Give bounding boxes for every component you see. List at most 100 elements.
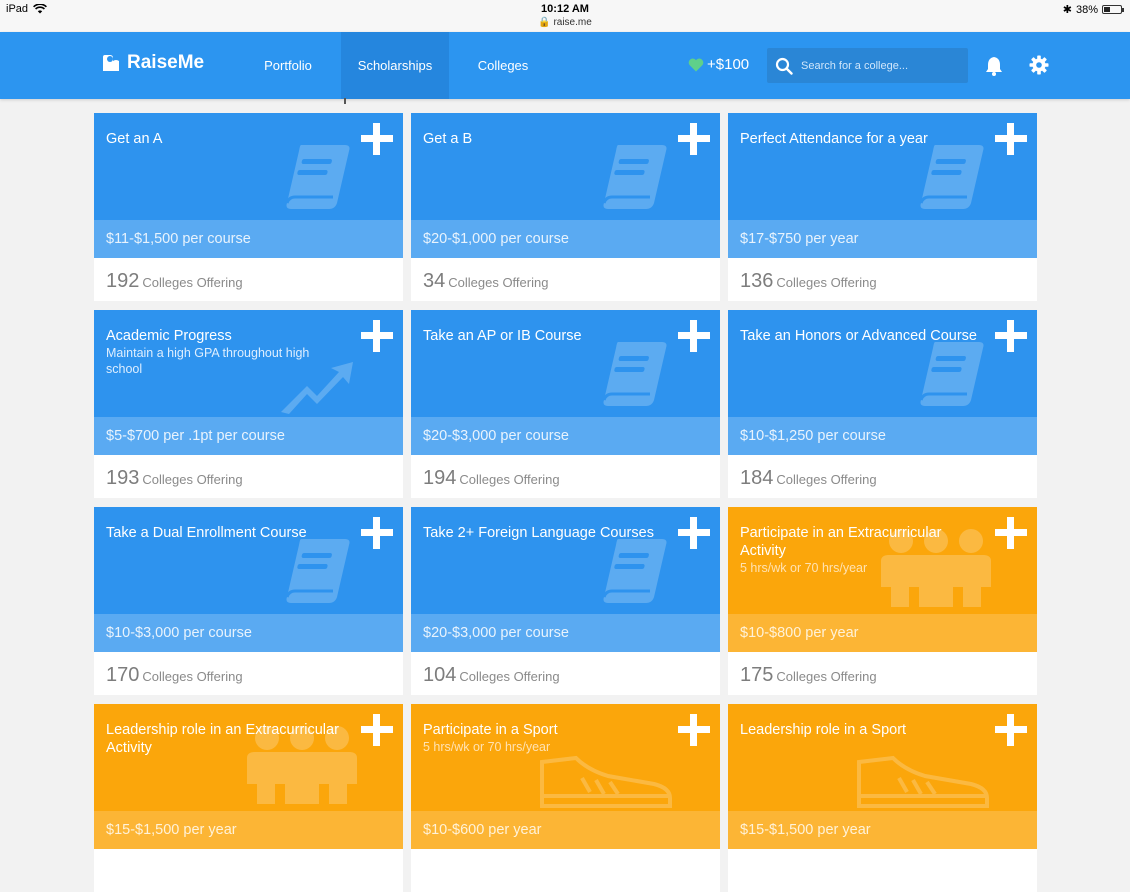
search-input[interactable] — [801, 59, 961, 72]
battery-icon — [1102, 5, 1124, 14]
raiseme-logo-icon — [103, 55, 119, 71]
add-icon[interactable] — [995, 320, 1027, 352]
sneaker-icon — [853, 752, 993, 817]
card-amount: $20-$3,000 per course — [411, 614, 720, 652]
card-header: Get a B $20-$1,000 per course — [411, 113, 720, 258]
sneaker-icon — [536, 752, 676, 817]
card-title: Academic Progress — [106, 328, 232, 344]
colleges-offering-count: 34 — [423, 270, 446, 292]
card-subtitle: 5 hrs/wk or 70 hrs/year — [740, 561, 868, 575]
colleges-offering: 194 Colleges Offering — [423, 467, 560, 490]
scholarship-card-10[interactable]: Leadership role in an Extracurricular Ac… — [94, 704, 403, 892]
battery-percent: 38% — [1075, 3, 1098, 16]
scholarship-card-2[interactable]: Get a B $20-$1,000 per course 34 College… — [411, 113, 720, 301]
colleges-offering: 34 Colleges Offering — [423, 270, 548, 293]
card-amount: $5-$700 per .1pt per course — [94, 417, 403, 455]
card-amount: $20-$3,000 per course — [411, 417, 720, 455]
card-amount: $10-$800 per year — [728, 614, 1037, 652]
add-icon[interactable] — [678, 714, 710, 746]
colleges-offering-label: Colleges Offering — [459, 669, 560, 684]
points-balance[interactable]: +$100 — [688, 56, 749, 73]
card-amount: $17-$750 per year — [728, 220, 1037, 258]
scholarship-card-12[interactable]: Leadership role in a Sport $15-$1,500 pe… — [728, 704, 1037, 892]
card-amount: $15-$1,500 per year — [94, 811, 403, 849]
card-title: Take an AP or IB Course — [423, 328, 582, 344]
address-bar-url[interactable]: 🔒 raise.me — [0, 17, 1130, 28]
card-title: Participate in a Sport — [423, 722, 558, 738]
card-header: Get an A $11-$1,500 per course — [94, 113, 403, 258]
status-right: ✱ 38% — [1062, 3, 1124, 16]
colleges-offering-count: 175 — [740, 664, 774, 686]
scholarship-card-9[interactable]: Participate in an Extracurricular Activi… — [728, 507, 1037, 695]
card-amount: $11-$1,500 per course — [94, 220, 403, 258]
book-icon — [596, 531, 676, 616]
colleges-offering-label: Colleges Offering — [142, 472, 243, 487]
card-header: Take an AP or IB Course $20-$3,000 per c… — [411, 310, 720, 455]
card-title: Leadership role in an Extracurricular Ac… — [106, 722, 339, 756]
card-title: Perfect Attendance for a year — [740, 131, 928, 147]
book-icon — [913, 334, 993, 419]
card-amount: $10-$600 per year — [411, 811, 720, 849]
card-header: Perfect Attendance for a year $17-$750 p… — [728, 113, 1037, 258]
add-icon[interactable] — [361, 320, 393, 352]
card-subtitle: Maintain a high GPA throughout high scho… — [106, 346, 310, 376]
scholarship-card-6[interactable]: Take an Honors or Advanced Course $10-$1… — [728, 310, 1037, 498]
add-icon[interactable] — [678, 320, 710, 352]
raiseme-logo[interactable]: RaiseMe — [101, 52, 204, 74]
card-header: Leadership role in a Sport $15-$1,500 pe… — [728, 704, 1037, 849]
card-amount: $20-$1,000 per course — [411, 220, 720, 258]
card-header: Take an Honors or Advanced Course $10-$1… — [728, 310, 1037, 455]
card-title: Get a B — [423, 131, 473, 147]
tab-portfolio[interactable]: Portfolio — [250, 32, 326, 99]
add-icon[interactable] — [995, 123, 1027, 155]
add-icon[interactable] — [995, 714, 1027, 746]
scholarship-card-8[interactable]: Take 2+ Foreign Language Courses $20-$3,… — [411, 507, 720, 695]
status-time: 10:12 AM — [541, 3, 589, 15]
bluetooth-icon: ✱ — [1062, 4, 1072, 16]
colleges-offering: 104 Colleges Offering — [423, 664, 560, 687]
card-title: Get an A — [106, 131, 163, 147]
add-icon[interactable] — [361, 123, 393, 155]
card-header: Take a Dual Enrollment Course $10-$3,000… — [94, 507, 403, 652]
colleges-offering: 175 Colleges Offering — [740, 664, 877, 687]
scholarship-card-1[interactable]: Get an A $11-$1,500 per course 192 Colle… — [94, 113, 403, 301]
card-header: Participate in an Extracurricular Activi… — [728, 507, 1037, 652]
book-icon — [596, 137, 676, 222]
add-icon[interactable] — [678, 517, 710, 549]
colleges-offering-label: Colleges Offering — [459, 472, 560, 487]
card-header: Participate in a Sport 5 hrs/wk or 70 hr… — [411, 704, 720, 849]
scholarship-card-4[interactable]: Academic Progress Maintain a high GPA th… — [94, 310, 403, 498]
card-header: Leadership role in an Extracurricular Ac… — [94, 704, 403, 849]
colleges-offering-label: Colleges Offering — [776, 669, 877, 684]
card-amount: $10-$3,000 per course — [94, 614, 403, 652]
add-icon[interactable] — [995, 517, 1027, 549]
add-icon[interactable] — [678, 123, 710, 155]
card-header: Academic Progress Maintain a high GPA th… — [94, 310, 403, 455]
search-icon — [775, 57, 793, 75]
colleges-offering-count: 170 — [106, 664, 140, 686]
add-icon[interactable] — [361, 517, 393, 549]
book-icon — [913, 137, 993, 222]
colleges-offering: 192 Colleges Offering — [106, 270, 243, 293]
bell-icon[interactable] — [985, 56, 1003, 76]
points-value: +$100 — [707, 56, 750, 73]
card-title: Take a Dual Enrollment Course — [106, 525, 307, 541]
colleges-offering-label: Colleges Offering — [142, 669, 243, 684]
tab-colleges[interactable]: Colleges — [465, 32, 541, 99]
add-icon[interactable] — [361, 714, 393, 746]
gear-icon[interactable] — [1029, 55, 1049, 75]
card-amount: $15-$1,500 per year — [728, 811, 1037, 849]
college-search[interactable] — [767, 48, 968, 83]
colleges-offering-label: Colleges Offering — [448, 275, 549, 290]
ios-status-bar: iPad 10:12 AM 🔒 raise.me ✱ 38% — [0, 0, 1130, 32]
card-title: Leadership role in a Sport — [740, 722, 907, 738]
colleges-offering: 184 Colleges Offering — [740, 467, 877, 490]
colleges-offering-label: Colleges Offering — [776, 472, 877, 487]
card-title: Take an Honors or Advanced Course — [740, 328, 977, 344]
scholarship-card-5[interactable]: Take an AP or IB Course $20-$3,000 per c… — [411, 310, 720, 498]
tab-scholarships[interactable]: Scholarships — [341, 32, 449, 99]
scholarship-card-3[interactable]: Perfect Attendance for a year $17-$750 p… — [728, 113, 1037, 301]
scholarship-card-11[interactable]: Participate in a Sport 5 hrs/wk or 70 hr… — [411, 704, 720, 892]
scholarship-card-7[interactable]: Take a Dual Enrollment Course $10-$3,000… — [94, 507, 403, 695]
colleges-offering: 170 Colleges Offering — [106, 664, 243, 687]
